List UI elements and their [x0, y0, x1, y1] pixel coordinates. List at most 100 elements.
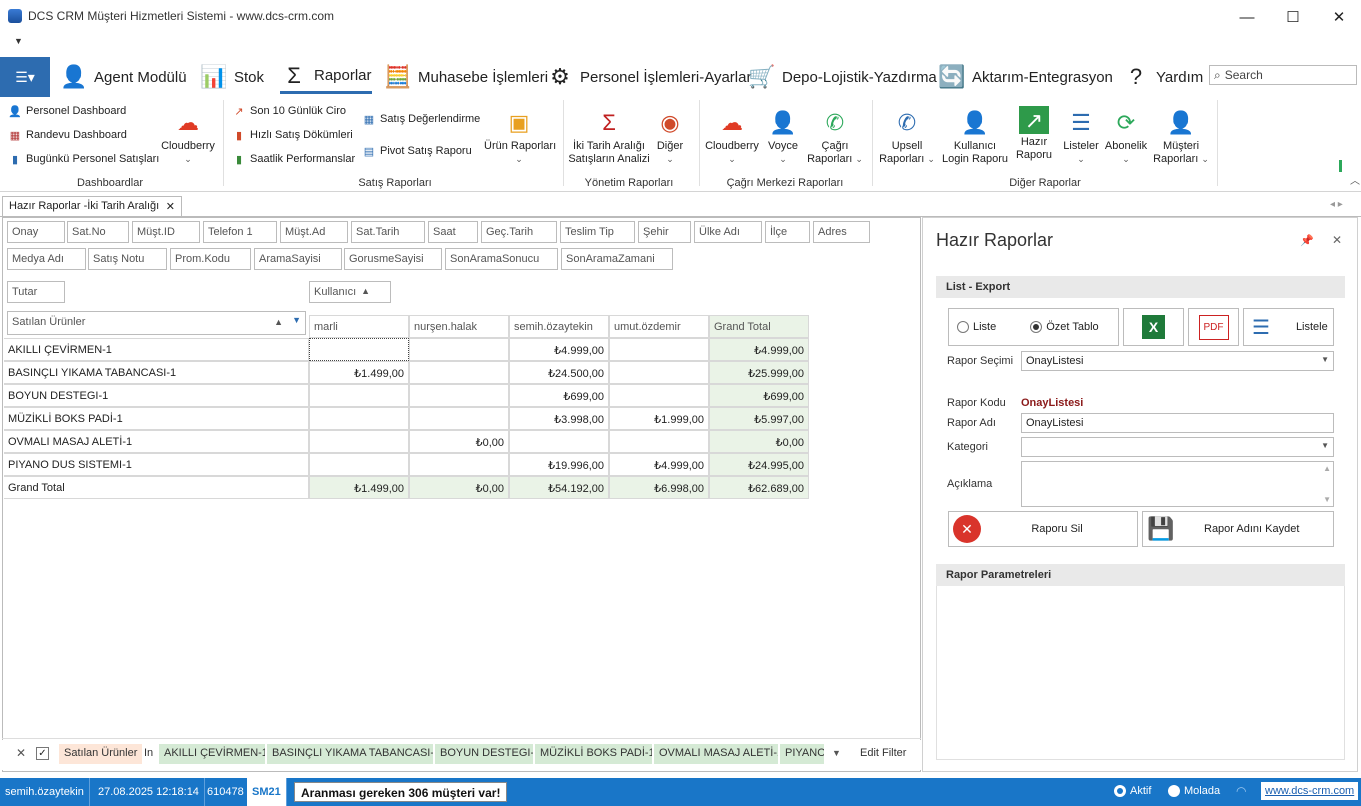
filter-field[interactable]: Ülke Adı — [694, 221, 762, 243]
column-header[interactable]: marli — [309, 315, 409, 338]
file-menu-button[interactable]: ☰▾ — [0, 57, 50, 97]
pivot-cell[interactable] — [409, 361, 509, 384]
row-header[interactable]: Grand Total — [4, 476, 309, 499]
pivot-satis-button[interactable]: ▤ Pivot Satış Raporu — [362, 144, 472, 158]
pivot-cell[interactable] — [609, 430, 709, 453]
collapse-ribbon-icon[interactable]: ︿ — [1350, 172, 1360, 187]
filter-field[interactable]: Geç.Tarih — [481, 221, 557, 243]
pivot-cell[interactable] — [609, 384, 709, 407]
kategori-select[interactable]: ▼ — [1021, 437, 1334, 457]
randevu-dashboard-button[interactable]: ▦ Randevu Dashboard — [8, 128, 127, 142]
filter-field[interactable]: AramaSayisi — [254, 248, 342, 270]
tab-help[interactable]: ? Yardım — [1122, 60, 1203, 94]
listele-button[interactable]: ☰ Listele — [1243, 308, 1334, 346]
row-header[interactable]: BOYUN DESTEGI-1 — [4, 384, 309, 407]
filter-field[interactable]: Şehir — [638, 221, 691, 243]
pivot-cell[interactable] — [409, 453, 509, 476]
column-header[interactable]: nurşen.halak — [409, 315, 509, 338]
son10-ciro-button[interactable]: ↗ Son 10 Günlük Ciro — [232, 104, 346, 118]
row-header[interactable]: OVMALI MASAJ ALETİ-1 — [4, 430, 309, 453]
personel-dashboard-button[interactable]: 👤 Personel Dashboard — [8, 104, 126, 118]
urun-raporlari-button[interactable]: ▣ Ürün Raporları ⌄ — [484, 106, 556, 166]
filter-field[interactable]: Teslim Tip — [560, 221, 635, 243]
clear-filter-icon[interactable]: ✕ — [16, 746, 26, 760]
listeler-button[interactable]: ☰ Listeler ⌄ — [1060, 106, 1102, 166]
pivot-cell[interactable]: ₺3.998,00 — [509, 407, 609, 430]
filter-field[interactable]: Sat.No — [67, 221, 129, 243]
tab-stock-chart[interactable]: 📊 Stok — [200, 60, 264, 94]
pivot-cell[interactable] — [309, 338, 409, 361]
pivot-cell[interactable] — [409, 407, 509, 430]
pivot-cell[interactable]: ₺0,00 — [409, 430, 509, 453]
radio-ozet-tablo[interactable]: Özet Tablo — [1030, 321, 1099, 333]
filter-field[interactable]: Satış Notu — [88, 248, 167, 270]
pivot-cell[interactable]: ₺6.998,00 — [609, 476, 709, 499]
aciklama-textarea[interactable]: ▲ ▼ — [1021, 461, 1334, 507]
filter-field[interactable]: SonAramaSonucu — [445, 248, 558, 270]
satis-degerlendirme-button[interactable]: ▦ Satış Değerlendirme — [362, 112, 480, 126]
hazir-raporu-button[interactable]: ↗ Hazır Raporu — [1012, 106, 1056, 162]
filter-field[interactable]: Saat — [428, 221, 478, 243]
pivot-cell[interactable] — [509, 430, 609, 453]
kullanici-login-button[interactable]: 👤 Kullanıcı Login Raporu — [942, 106, 1008, 166]
saatlik-performans-button[interactable]: ▮ Saatlik Performanslar — [232, 152, 355, 166]
tab-personnel-settings[interactable]: ⚙ Personel İşlemleri-Ayarlar — [546, 60, 751, 94]
pivot-cell[interactable]: ₺4.999,00 — [609, 453, 709, 476]
hizli-satis-button[interactable]: ▮ Hızlı Satış Dökümleri — [232, 128, 353, 142]
filter-field[interactable]: Prom.Kodu — [170, 248, 251, 270]
row-field-satilan-urunler[interactable]: Satılan Ürünler ▲ ▼ — [7, 311, 306, 335]
radio-aktif[interactable]: Aktif — [1114, 785, 1151, 797]
close-tab-icon[interactable]: ✕ — [166, 200, 175, 214]
upsell-raporlari-button[interactable]: ✆ Upsell Raporları ⌄ — [878, 106, 936, 166]
rapor-secimi-select[interactable]: OnayListesi ▼ — [1021, 351, 1334, 371]
filter-field[interactable]: Müşt.ID — [132, 221, 200, 243]
pivot-cell[interactable] — [309, 384, 409, 407]
scroll-up-icon[interactable]: ▲ — [1323, 464, 1331, 473]
filter-icon[interactable]: ▼ — [292, 315, 301, 325]
pivot-cell[interactable]: ₺24.995,00 — [709, 453, 809, 476]
status-alert[interactable]: Aranması gereken 306 müşteri var! — [294, 782, 508, 802]
bugunku-satislar-button[interactable]: ▮ Bugünkü Personel Satışları — [8, 152, 159, 166]
column-header[interactable]: umut.özdemir — [609, 315, 709, 338]
tab-agent[interactable]: 👤 Agent Modülü — [60, 60, 186, 94]
row-header[interactable]: BASINÇLI YIKAMA TABANCASI-1 — [4, 361, 309, 384]
pivot-cell[interactable]: ₺4.999,00 — [709, 338, 809, 361]
row-header[interactable]: MÜZİKLİ BOKS PADİ-1 — [4, 407, 309, 430]
pivot-cell[interactable]: ₺699,00 — [509, 384, 609, 407]
maximize-button[interactable]: ☐ — [1270, 4, 1316, 30]
pivot-cell[interactable]: ₺62.689,00 — [709, 476, 809, 499]
filter-field[interactable]: İlçe — [765, 221, 810, 243]
search-input[interactable]: ⌕ Search — [1209, 65, 1357, 85]
pivot-cell[interactable]: ₺0,00 — [709, 430, 809, 453]
pivot-cell[interactable]: ₺5.997,00 — [709, 407, 809, 430]
export-excel-button[interactable]: X — [1123, 308, 1184, 346]
scroll-down-icon[interactable]: ▼ — [1323, 495, 1331, 504]
filter-field[interactable]: Onay — [7, 221, 65, 243]
column-header[interactable]: semih.özaytekin — [509, 315, 609, 338]
voyce-button[interactable]: 👤 Voyce ⌄ — [766, 106, 800, 166]
filter-field[interactable]: GorusmeSayisi — [344, 248, 442, 270]
minimize-button[interactable]: — — [1224, 4, 1270, 30]
pivot-cell[interactable] — [309, 453, 409, 476]
cloudberry-dash-button[interactable]: ☁ Cloudberry ⌄ — [160, 106, 216, 166]
pivot-cell[interactable] — [609, 361, 709, 384]
cloudberry-call-button[interactable]: ☁ Cloudberry ⌄ — [704, 106, 760, 166]
pivot-cell[interactable] — [409, 338, 509, 361]
close-window-button[interactable]: ✕ — [1316, 4, 1361, 30]
tab-cart[interactable]: 🛒 Depo-Lojistik-Yazdırma — [748, 60, 936, 94]
close-panel-icon[interactable]: ✕ — [1332, 233, 1342, 247]
quick-access-dropdown-icon[interactable]: ▼ — [14, 36, 23, 46]
radio-liste[interactable]: Liste — [957, 321, 996, 333]
filter-field[interactable]: Medya Adı — [7, 248, 86, 270]
pivot-cell[interactable]: ₺0,00 — [409, 476, 509, 499]
filter-field[interactable]: Telefon 1 — [203, 221, 277, 243]
column-field-kullanici[interactable]: Kullanıcı ▲ — [309, 281, 391, 303]
filter-dropdown-icon[interactable]: ▼ — [832, 748, 841, 758]
pivot-cell[interactable]: ₺25.999,00 — [709, 361, 809, 384]
filter-field[interactable]: Adres — [813, 221, 870, 243]
pivot-cell[interactable]: ₺1.499,00 — [309, 476, 409, 499]
rapor-kaydet-button[interactable]: 💾 Rapor Adını Kaydet — [1142, 511, 1334, 547]
tab-scroll-arrows[interactable]: ◂ ▸ — [1330, 199, 1343, 210]
pivot-cell[interactable] — [609, 338, 709, 361]
raporu-sil-button[interactable]: ✕ Raporu Sil — [948, 511, 1138, 547]
